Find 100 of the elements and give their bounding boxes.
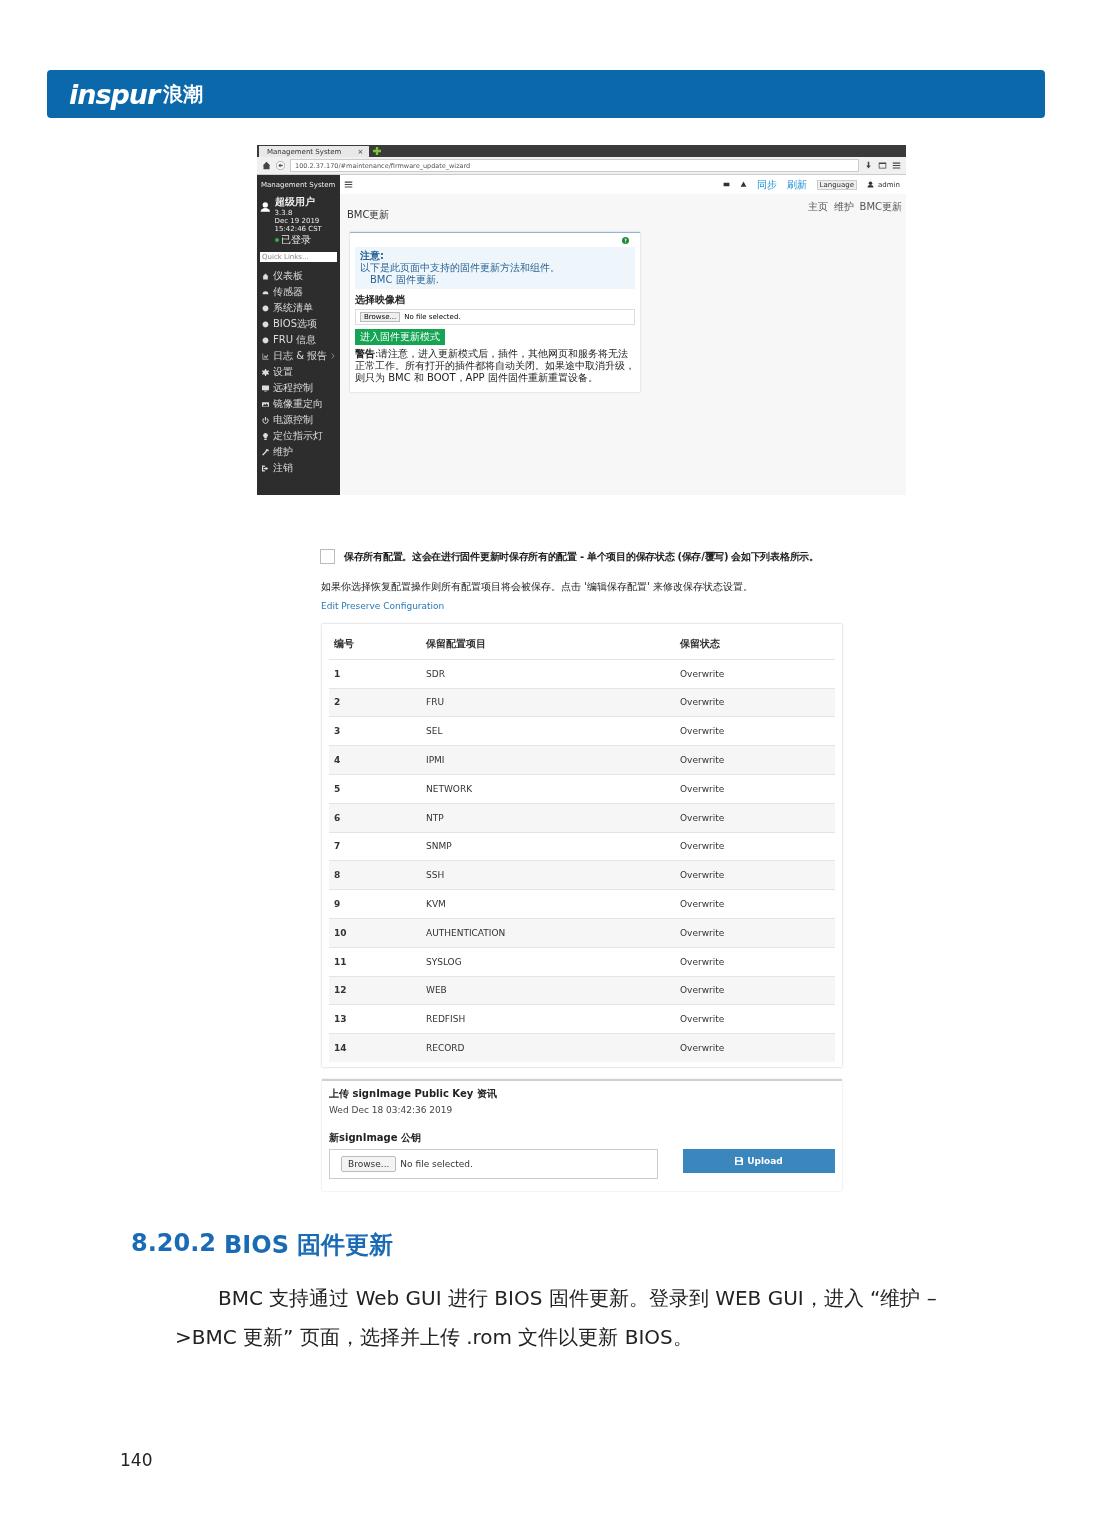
table-cell-text: Overwrite: [680, 841, 726, 852]
checkbox-label: 保存所有配置。这会在进行固件更新时保存所有的配置 - 单个项目的保存状态 (保存/覆写) 会如下列表格所示。: [344, 549, 819, 564]
table-cell-text: Overwrite: [680, 812, 726, 823]
table-cell-text: Overwrite: [680, 697, 726, 708]
home-icon: [262, 272, 269, 280]
date-text: Wed Dec 18 03:42:36 2019: [329, 1105, 454, 1115]
chart-icon: [262, 352, 269, 360]
plus-icon[interactable]: [373, 147, 382, 155]
sidebar-item[interactable]: 定位指示灯: [257, 428, 340, 444]
table-cell-text: Overwrite: [680, 927, 726, 938]
edit-preserve-link[interactable]: Edit Preserve Configuration: [321, 601, 445, 611]
back-icon[interactable]: [276, 161, 285, 170]
logo-text: 浪潮: [163, 80, 204, 108]
logo-text: inspur: [69, 78, 160, 110]
sign-out-icon: [262, 464, 269, 472]
menu-icon[interactable]: [892, 161, 901, 170]
table-cell-text: SEL: [426, 726, 444, 737]
page-title: BMC更新: [347, 208, 390, 222]
table-cell-text: NETWORK: [426, 783, 474, 794]
file-status: No file selected.: [400, 1159, 473, 1169]
refresh-link[interactable]: 刷新: [786, 177, 807, 192]
column-header: 保留配置项目: [426, 637, 487, 652]
home-icon[interactable]: [262, 161, 271, 170]
table-cell-text: 2: [333, 697, 342, 708]
note-title: 注意:: [360, 250, 385, 262]
breadcrumb-item: BMC更新: [859, 200, 902, 214]
column-header: 保留状态: [680, 637, 721, 652]
sidebar-item[interactable]: 传感器: [257, 284, 340, 300]
table-cell-text: SNMP: [426, 841, 453, 852]
section-number: 8.20.2: [131, 1229, 217, 1259]
mail-icon[interactable]: [722, 181, 730, 188]
table-cell-text: 8: [333, 870, 342, 881]
save-icon: [735, 1157, 744, 1165]
table-cell-text: AUTHENTICATION: [426, 927, 507, 938]
table-cell-text: Overwrite: [680, 783, 726, 794]
table-cell-text: 1: [333, 668, 342, 679]
section-title: 上传 signImage Public Key 资讯: [329, 1087, 498, 1101]
warning-text: 警告:请注意，进入更新模式后，插件，其他网页和服务将无法正常工作。所有打开的插件都将自动关闭。如果途中取消升级，则只为 BMC 和 BOOT，APP 固件固件重新重置设备。: [355, 348, 635, 384]
info-text: 如果你选择恢复配置操作则所有配置项目将会被保存。点击 '编辑保存配置' 来修改保存状态设置。: [321, 580, 754, 594]
table-cell-text: SYSLOG: [426, 956, 463, 967]
table-cell-text: Overwrite: [680, 1014, 726, 1025]
breadcrumb-item[interactable]: 维护: [833, 200, 854, 222]
note-bullet: BMC 固件更新.: [369, 274, 440, 286]
field-label: 选择映像档: [355, 293, 406, 307]
sidebar-item[interactable]: 仪表板: [257, 268, 340, 284]
warning-icon[interactable]: [739, 181, 747, 188]
upload-button[interactable]: Upload: [683, 1149, 835, 1173]
sidebar-item[interactable]: 电源控制: [257, 412, 340, 428]
table-cell-text: SDR: [426, 668, 446, 679]
page-number: 140: [120, 1450, 153, 1470]
browse-button[interactable]: Browse...: [341, 1156, 397, 1172]
bulb-icon: [262, 432, 269, 440]
sidebar-item[interactable]: BIOS选项: [257, 316, 340, 332]
sidebar-item[interactable]: 远程控制: [257, 380, 340, 396]
help-icon[interactable]: [622, 237, 629, 244]
column-header: 编号: [333, 637, 355, 652]
user-avatar-icon: [260, 199, 271, 215]
sidebar-item[interactable]: 日志 & 报告: [257, 348, 340, 364]
gauge-icon: [262, 288, 269, 296]
file-field[interactable]: Browse... No file selected.: [329, 1149, 658, 1179]
sidebar-item[interactable]: 系统清单: [257, 300, 340, 316]
sidebar-item[interactable]: 维护: [257, 444, 340, 460]
table-cell-text: 9: [333, 899, 342, 910]
table-cell-text: 6: [333, 812, 342, 823]
checkbox[interactable]: [320, 549, 335, 564]
sidebar-item[interactable]: 镜像重定向: [257, 396, 340, 412]
table-cell-text: Overwrite: [680, 668, 726, 679]
table-cell-text: 3: [333, 726, 342, 737]
table-cell-text: 11: [333, 956, 348, 967]
table-cell-text: NTP: [426, 812, 445, 823]
body-paragraph: BMC 支持通过 Web GUI 进行 BIOS 固件更新。登录到 WEB GUI，进入 “维护 –>BMC 更新” 页面，选择并上传 .rom 文件以更新 BIOS。: [175, 1285, 938, 1351]
sidebar-item[interactable]: 注销: [257, 460, 340, 476]
table-cell-text: 5: [333, 783, 342, 794]
table-cell-text: IPMI: [426, 755, 446, 766]
table-cell-text: Overwrite: [680, 870, 726, 881]
window-icon[interactable]: [878, 161, 887, 170]
menu-icon[interactable]: [344, 180, 353, 189]
table-cell-text: FRU: [426, 697, 446, 708]
sync-link[interactable]: 同步: [756, 177, 777, 192]
status-text: 已登录: [274, 233, 337, 247]
table-cell-text: RECORD: [426, 1043, 466, 1054]
table-cell-text: Overwrite: [680, 985, 726, 996]
table-cell-text: 14: [333, 1043, 348, 1054]
table-cell-text: Overwrite: [680, 1043, 726, 1054]
power-icon: [262, 416, 269, 424]
table-cell-text: 7: [333, 841, 342, 852]
table-cell-text: WEB: [426, 985, 448, 996]
monitor-icon: [262, 384, 269, 392]
table-cell-text: KVM: [426, 899, 447, 910]
download-icon[interactable]: [864, 161, 873, 170]
breadcrumb-item[interactable]: 主页: [807, 200, 828, 222]
table-cell-text: Overwrite: [680, 899, 726, 910]
sidebar-item[interactable]: 设置: [257, 364, 340, 380]
table-cell-text: 12: [333, 985, 348, 996]
table-cell-text: SSH: [426, 870, 446, 881]
image-icon: [262, 400, 269, 408]
table-cell-text: REDFISH: [426, 1014, 467, 1025]
field-label: 新signImage 公钥: [329, 1131, 422, 1145]
sidebar-item[interactable]: FRU 信息: [257, 332, 340, 348]
table-cell-text: Overwrite: [680, 726, 726, 737]
